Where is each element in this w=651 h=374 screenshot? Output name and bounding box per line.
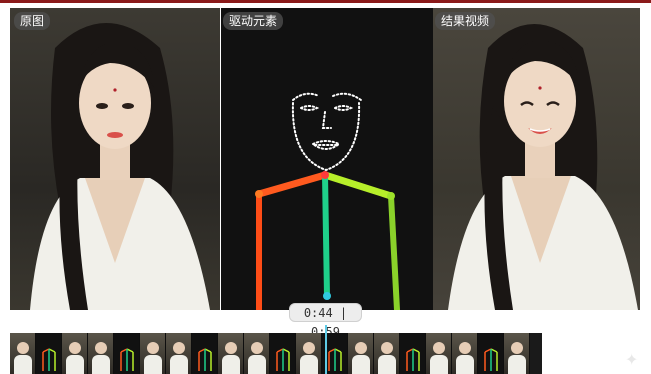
timeline-frame[interactable] bbox=[296, 333, 322, 374]
label-result: 结果视频 bbox=[435, 12, 496, 30]
driver-panel: 驱动元素 bbox=[221, 8, 433, 310]
original-image-panel: 原图 bbox=[10, 8, 220, 310]
pose-skeleton bbox=[255, 92, 400, 310]
timeline-frame[interactable] bbox=[504, 333, 530, 374]
timeline-frame[interactable] bbox=[374, 333, 400, 374]
timeline-frame[interactable] bbox=[166, 333, 192, 374]
timeline-frame[interactable] bbox=[88, 333, 114, 374]
timeline-frame[interactable] bbox=[348, 333, 374, 374]
result-portrait bbox=[448, 24, 638, 310]
timeline-frame[interactable] bbox=[114, 333, 140, 374]
result-video-panel: 结果视频 bbox=[433, 8, 640, 310]
timeline-frame[interactable] bbox=[192, 333, 218, 374]
timeline-frame[interactable] bbox=[478, 333, 504, 374]
timeline-frame[interactable] bbox=[218, 333, 244, 374]
top-accent-line bbox=[0, 0, 651, 3]
sparkle-icon: ✦ bbox=[625, 350, 639, 369]
label-driver: 驱动元素 bbox=[223, 12, 284, 30]
timeline-frame[interactable] bbox=[426, 333, 452, 374]
original-portrait bbox=[30, 23, 210, 310]
timeline-filmstrip[interactable] bbox=[10, 333, 542, 374]
timeline-frame[interactable] bbox=[452, 333, 478, 374]
timeline-frame[interactable] bbox=[270, 333, 296, 374]
timeline-frame[interactable] bbox=[244, 333, 270, 374]
timeline-frame[interactable] bbox=[62, 333, 88, 374]
playhead[interactable] bbox=[325, 325, 327, 374]
timeline-frame[interactable] bbox=[10, 333, 36, 374]
playback-time: 0:44 | 0:59 bbox=[289, 303, 362, 339]
label-original: 原图 bbox=[14, 12, 51, 30]
timeline-frame[interactable] bbox=[400, 333, 426, 374]
timeline-frame[interactable] bbox=[36, 333, 62, 374]
timeline-frame[interactable] bbox=[140, 333, 166, 374]
